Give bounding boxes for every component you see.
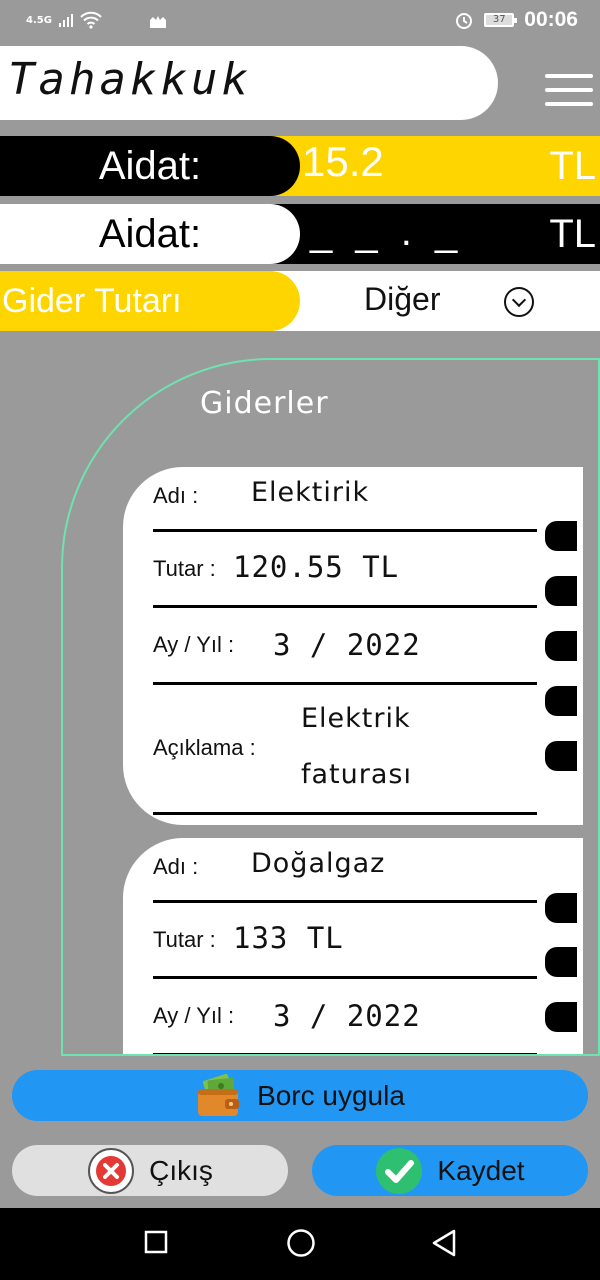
description-label: Açıklama : — [153, 735, 256, 760]
home-icon[interactable] — [286, 1228, 316, 1258]
recents-icon[interactable] — [144, 1230, 168, 1254]
due-new-value: _ _ . _ — [310, 210, 464, 254]
name-field: Adı : Elektirik — [153, 467, 537, 532]
save-button[interactable]: Kaydet — [312, 1145, 588, 1196]
apply-debt-label: Borc uygula — [257, 1079, 405, 1111]
expense-amount-row: Gider Tutarı Diğer — [0, 271, 600, 331]
action-handle[interactable] — [545, 893, 577, 923]
due-value: 15.2 — [302, 138, 384, 185]
action-handle[interactable] — [545, 521, 577, 551]
network-type: 4.5G — [26, 14, 52, 26]
description-line: Elektrik — [301, 703, 411, 734]
period-value: 3 / 2022 — [273, 628, 421, 662]
description-line: faturası — [301, 759, 412, 790]
action-handle[interactable] — [545, 631, 577, 661]
action-handle[interactable] — [545, 686, 577, 716]
amount-label: Tutar : — [153, 556, 216, 581]
action-handle[interactable] — [545, 1002, 577, 1032]
chevron-down-icon[interactable] — [504, 287, 534, 317]
name-value: Doğalgaz — [251, 848, 386, 879]
expense-amount-label: Gider Tutarı — [0, 271, 300, 331]
period-field: Ay / Yıl : 3 / 2022 — [153, 979, 537, 1054]
name-label: Adı : — [153, 854, 199, 879]
amount-label: Tutar : — [153, 927, 216, 952]
name-field: Adı : Doğalgaz — [153, 838, 537, 903]
alarm-icon — [456, 13, 473, 29]
wifi-icon — [80, 11, 102, 29]
exit-label: Çıkış — [149, 1154, 213, 1186]
amount-value: 133 TL — [233, 921, 344, 955]
apply-debt-button[interactable]: Borc uygula — [12, 1070, 588, 1121]
clock: 00:06 — [524, 8, 578, 31]
mosque-icon — [149, 16, 166, 28]
action-handle[interactable] — [545, 947, 577, 977]
save-label: Kaydet — [437, 1154, 525, 1186]
name-label: Adı : — [153, 483, 199, 508]
period-field: Ay / Yıl : 3 / 2022 — [153, 608, 537, 685]
status-left: 4.5G — [26, 10, 168, 30]
amount-value: 120.55 TL — [233, 550, 400, 584]
period-label: Ay / Yıl : — [153, 1003, 235, 1028]
system-nav-bar — [0, 1208, 600, 1280]
due-row-new: Aidat: _ _ . _ TL — [0, 204, 600, 264]
checkmark-icon — [376, 1147, 423, 1194]
hamburger-line — [545, 102, 593, 106]
wallet-icon — [198, 1073, 240, 1116]
expense-card[interactable]: Adı : Elektirik Tutar : 120.55 TL Ay / Y… — [123, 467, 583, 825]
menu-button[interactable] — [545, 74, 593, 106]
period-value: 3 / 2022 — [273, 999, 421, 1033]
exit-button[interactable]: Çıkış — [12, 1145, 288, 1196]
due-label: Aidat: — [0, 136, 300, 196]
amount-field: Tutar : 133 TL — [153, 903, 537, 979]
expense-type-select[interactable]: Diğer — [364, 281, 440, 318]
due-row-current: Aidat: 15.2 TL — [0, 136, 600, 196]
hamburger-line — [545, 88, 593, 92]
description-field: Açıklama : Elektrik faturası — [153, 685, 537, 815]
due-unit: TL — [549, 144, 596, 188]
battery-icon: 37 — [484, 13, 518, 27]
action-handle[interactable] — [545, 741, 577, 771]
status-right: 37 00:06 — [454, 8, 578, 32]
expense-card[interactable]: Adı : Doğalgaz Tutar : 133 TL Ay / Yıl :… — [123, 838, 583, 1054]
action-handle[interactable] — [545, 576, 577, 606]
page-title: Tahakkuk — [8, 54, 252, 105]
close-icon — [88, 1147, 135, 1194]
expenses-title: Giderler — [200, 386, 329, 421]
hamburger-line — [545, 74, 593, 78]
period-label: Ay / Yıl : — [153, 632, 235, 657]
back-icon[interactable] — [430, 1228, 458, 1258]
name-value: Elektirik — [251, 477, 370, 508]
expenses-panel[interactable]: Giderler Adı : Elektirik Tutar : 120.55 … — [61, 358, 600, 1056]
signal-icon — [58, 14, 73, 27]
amount-field: Tutar : 120.55 TL — [153, 532, 537, 608]
app-header: Tahakkuk — [0, 46, 498, 120]
due-new-label: Aidat: — [0, 204, 300, 264]
status-bar: 4.5G 37 00:06 — [0, 0, 600, 46]
due-new-unit: TL — [549, 212, 596, 256]
